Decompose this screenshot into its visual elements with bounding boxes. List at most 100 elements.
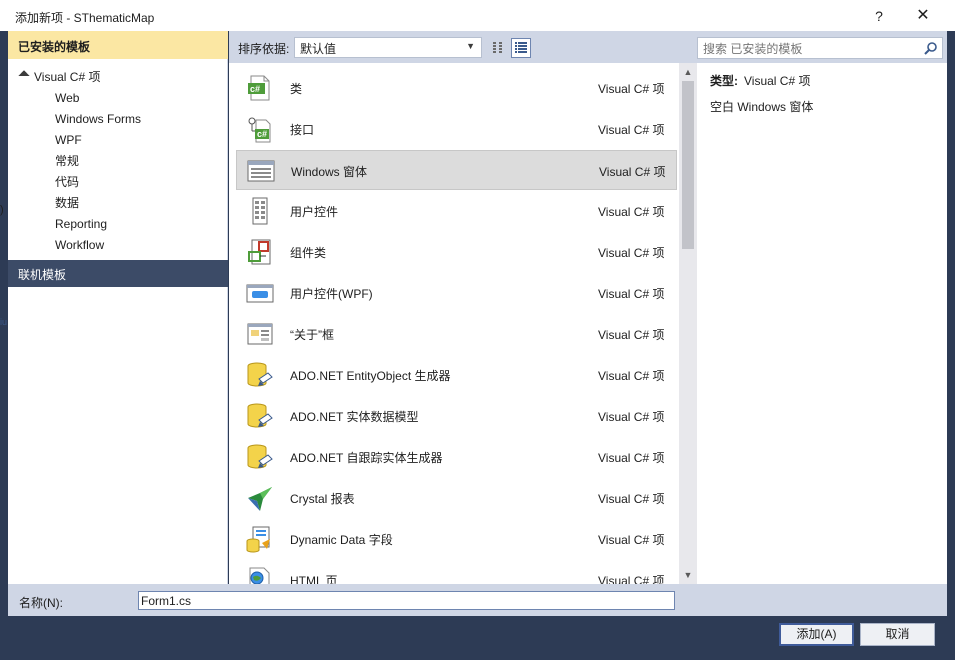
list-item-windows-form[interactable]: Windows 窗体 Visual C# 项: [236, 150, 677, 190]
list-item-class[interactable]: c# 类 Visual C# 项: [236, 68, 677, 108]
item-name: 用户控件(WPF): [290, 287, 373, 301]
scroll-up-icon[interactable]: ▲: [679, 63, 697, 81]
window-title: 添加新项 - SThematicMap: [15, 11, 155, 25]
tree-item-visual-csharp[interactable]: Visual C# 项: [18, 67, 101, 88]
item-type: Visual C# 项: [598, 492, 665, 506]
list-item-html-page[interactable]: HTML 页 Visual C# 项: [236, 560, 677, 584]
tree-item-workflow[interactable]: Workflow: [55, 235, 104, 256]
template-toolbar: 排序依据: 默认值 ▼: [229, 31, 947, 63]
item-name: Crystal 报表: [290, 492, 355, 506]
svg-text:c#: c#: [257, 129, 267, 139]
item-name: 用户控件: [290, 205, 339, 219]
svg-text:c#: c#: [250, 84, 260, 94]
cs-interface-icon: c#: [246, 115, 274, 143]
add-button[interactable]: 添加(A): [779, 623, 854, 646]
tree-item-data[interactable]: 数据: [55, 193, 79, 214]
list-item-component-class[interactable]: 组件类 Visual C# 项: [236, 232, 677, 272]
item-type: Visual C# 项: [598, 287, 665, 301]
small-icons-view-icon[interactable]: [488, 38, 508, 58]
expand-triangle-icon[interactable]: [18, 70, 30, 82]
search-input[interactable]: [703, 41, 913, 56]
database-icon: [246, 402, 274, 430]
item-name: 类: [290, 82, 303, 96]
item-type: Visual C# 项: [598, 246, 665, 260]
html-page-icon: [246, 566, 274, 584]
wpf-user-control-icon: [246, 279, 274, 307]
details-description: 空白 Windows 窗体: [710, 100, 814, 114]
database-icon: [246, 443, 274, 471]
list-item-interface[interactable]: c# 接口 Visual C# 项: [236, 109, 677, 149]
tree-item-code[interactable]: 代码: [55, 172, 79, 193]
template-details-panel: 类型: Visual C# 项 空白 Windows 窗体: [698, 63, 947, 584]
tree-item-reporting[interactable]: Reporting: [55, 214, 107, 235]
installed-templates-header[interactable]: 已安装的模板: [8, 31, 228, 59]
list-item-wpf-user-control[interactable]: 用户控件(WPF) Visual C# 项: [236, 273, 677, 313]
background-window-fragment: iu: [0, 317, 8, 327]
tree-item-wpf[interactable]: WPF: [55, 130, 82, 151]
list-item-about-box[interactable]: “关于”框 Visual C# 项: [236, 314, 677, 354]
item-name: Windows 窗体: [291, 165, 368, 179]
item-name: 组件类: [290, 246, 327, 260]
list-item-ado-entityobject-generator[interactable]: ADO.NET EntityObject 生成器 Visual C# 项: [236, 355, 677, 395]
dynamic-data-icon: [246, 525, 274, 553]
item-type: Visual C# 项: [598, 574, 665, 584]
help-button[interactable]: ?: [866, 4, 892, 28]
item-type: Visual C# 项: [598, 410, 665, 424]
sort-by-value: 默认值: [300, 42, 337, 56]
list-item-dynamic-data-field[interactable]: Dynamic Data 字段 Visual C# 项: [236, 519, 677, 559]
scroll-thumb[interactable]: [682, 81, 694, 249]
tree-item-general[interactable]: 常规: [55, 151, 79, 172]
tree-item-label: Visual C# 项: [34, 70, 101, 84]
details-type-label: 类型:: [710, 74, 738, 88]
template-search-box[interactable]: [697, 37, 943, 59]
item-name: “关于”框: [290, 328, 334, 342]
database-icon: [246, 361, 274, 389]
list-item-user-control[interactable]: 用户控件 Visual C# 项: [236, 191, 677, 231]
item-name: ADO.NET EntityObject 生成器: [290, 369, 451, 383]
item-type: Visual C# 项: [598, 533, 665, 547]
windows-form-icon: [247, 157, 275, 185]
list-item-ado-entity-data-model[interactable]: ADO.NET 实体数据模型 Visual C# 项: [236, 396, 677, 436]
template-list: c# 类 Visual C# 项 c# 接口 Visual C# 项 Windo…: [229, 63, 699, 584]
name-bar: 名称(N):: [8, 584, 947, 616]
component-class-icon: [246, 238, 274, 266]
tree-item-windows-forms[interactable]: Windows Forms: [55, 109, 141, 130]
template-list-scrollbar[interactable]: ▲ ▼: [679, 63, 697, 584]
cancel-button[interactable]: 取消: [860, 623, 935, 646]
cs-class-icon: c#: [246, 74, 274, 102]
file-name-input[interactable]: [138, 591, 675, 610]
details-view-icon[interactable]: [511, 38, 531, 58]
details-type-row: 类型: Visual C# 项: [710, 72, 810, 89]
item-type: Visual C# 项: [598, 451, 665, 465]
close-button[interactable]: ✕: [908, 4, 938, 28]
item-type: Visual C# 项: [599, 165, 666, 179]
title-bar: 添加新项 - SThematicMap ? ✕: [0, 0, 955, 31]
list-item-ado-self-tracking-generator[interactable]: ADO.NET 自跟踪实体生成器 Visual C# 项: [236, 437, 677, 477]
sort-by-dropdown[interactable]: 默认值 ▼: [294, 37, 482, 58]
item-type: Visual C# 项: [598, 328, 665, 342]
about-box-icon: [246, 320, 274, 348]
crystal-report-icon: [246, 484, 274, 512]
chevron-down-icon: ▼: [466, 41, 475, 51]
item-name: 接口: [290, 123, 315, 137]
item-name: Dynamic Data 字段: [290, 533, 393, 547]
item-name: ADO.NET 自跟踪实体生成器: [290, 451, 443, 465]
sort-by-label: 排序依据:: [238, 42, 290, 56]
item-name: HTML 页: [290, 574, 338, 584]
item-type: Visual C# 项: [598, 123, 665, 137]
tree-item-web[interactable]: Web: [55, 88, 79, 109]
search-icon[interactable]: [923, 41, 938, 56]
list-item-crystal-report[interactable]: Crystal 报表 Visual C# 项: [236, 478, 677, 518]
item-type: Visual C# 项: [598, 205, 665, 219]
item-name: ADO.NET 实体数据模型: [290, 410, 419, 424]
online-templates-header[interactable]: 联机模板: [8, 260, 228, 287]
scroll-down-icon[interactable]: ▼: [679, 566, 697, 584]
add-new-item-dialog: ) iu 添加新项 - SThematicMap ? ✕ 已安装的模板 Visu…: [0, 0, 955, 660]
name-label: 名称(N):: [19, 596, 63, 610]
item-type: Visual C# 项: [598, 369, 665, 383]
details-type-value: Visual C# 项: [744, 74, 811, 88]
button-bar: 添加(A) 取消: [8, 616, 947, 652]
template-category-panel: 已安装的模板 Visual C# 项 Web Windows Forms WPF…: [8, 31, 228, 584]
user-control-icon: [246, 197, 274, 225]
background-window-fragment: ): [0, 204, 4, 216]
